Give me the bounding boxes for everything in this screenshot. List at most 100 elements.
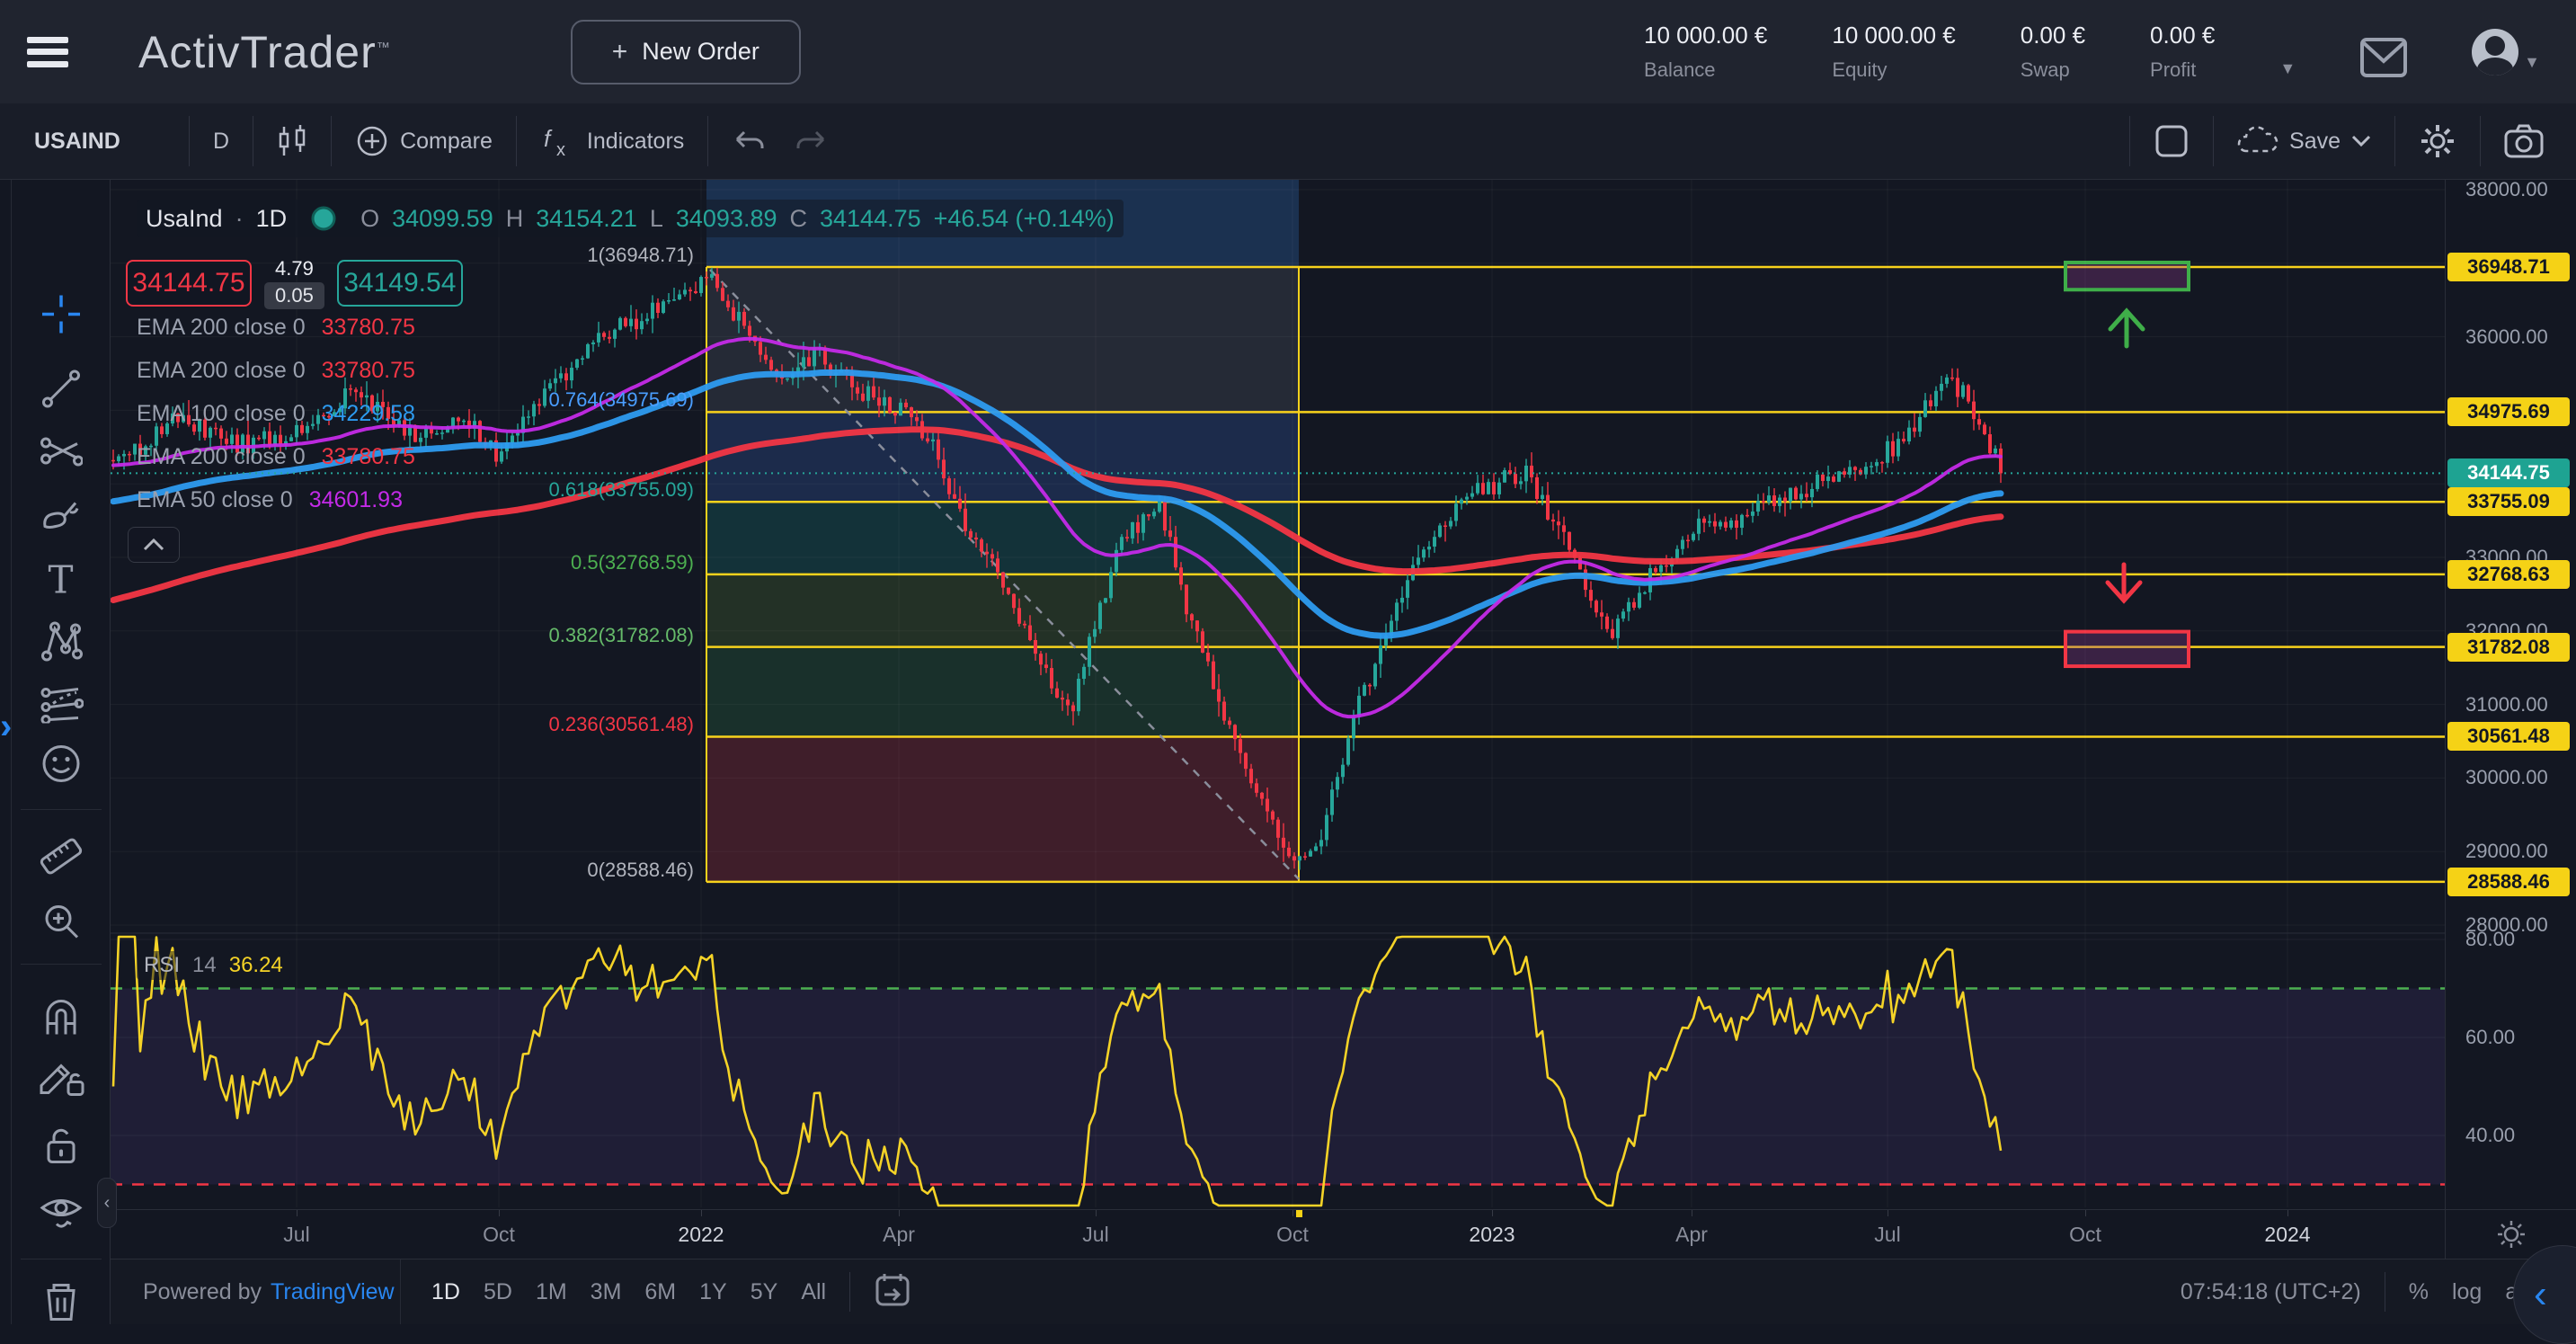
- fib-anchor-tick: [1296, 1210, 1302, 1217]
- symbol-button[interactable]: USAIND: [0, 103, 189, 179]
- time-label[interactable]: Jul: [1874, 1223, 1900, 1247]
- percent-scale-button[interactable]: %: [2409, 1279, 2429, 1305]
- price-axis[interactable]: 38000.0036000.0033000.0032000.0031000.00…: [2445, 180, 2576, 1209]
- user-chevron-down-icon: ▼: [2524, 53, 2540, 72]
- range-switcher: 1D 5D 1M 3M 6M 1Y 5Y All: [431, 1279, 826, 1305]
- buy-button[interactable]: 34149.54: [337, 260, 463, 307]
- gear-icon: [2419, 122, 2456, 160]
- collapse-legend-button[interactable]: [128, 527, 180, 563]
- compare-button[interactable]: Compare: [332, 103, 516, 179]
- market-status-icon[interactable]: [308, 203, 339, 234]
- equity-metric: 10 000.00 € Equity: [1832, 22, 1955, 82]
- sell-button[interactable]: 34144.75: [126, 260, 252, 307]
- expand-watchlist-chevron-icon[interactable]: ›: [0, 703, 23, 750]
- time-label[interactable]: 2024: [2264, 1223, 2310, 1247]
- indicators-button[interactable]: fx Indicators: [517, 103, 707, 179]
- time-label[interactable]: Apr: [883, 1223, 915, 1247]
- lock-drawings-tool[interactable]: [41, 1125, 81, 1170]
- clock: 07:54:18 (UTC+2): [2181, 1279, 2361, 1305]
- range-1y[interactable]: 1Y: [699, 1279, 727, 1305]
- time-label[interactable]: Oct: [483, 1223, 515, 1247]
- mail-icon[interactable]: [2360, 38, 2407, 82]
- account-chevron-down-icon[interactable]: ▼: [2279, 59, 2296, 78]
- time-tick: [701, 1210, 702, 1216]
- time-label[interactable]: Jul: [283, 1223, 309, 1247]
- time-label[interactable]: Oct: [2069, 1223, 2101, 1247]
- tradingview-link[interactable]: TradingView: [271, 1279, 395, 1305]
- price-chart[interactable]: UsaInd · 1D O34099.59 H34154.21 L34093.8…: [111, 180, 2445, 1209]
- crosshair-tool[interactable]: [40, 294, 82, 340]
- indicator-row[interactable]: EMA 200 close 033780.75: [137, 435, 415, 478]
- trend-line-tool[interactable]: [40, 369, 82, 414]
- fib-price-badge: 30561.48: [2447, 722, 2570, 751]
- undo-button[interactable]: [708, 103, 789, 179]
- svg-text:f: f: [544, 125, 553, 152]
- time-tick: [2085, 1210, 2086, 1216]
- fib-retracement-tool[interactable]: [40, 432, 83, 477]
- time-tick: [1492, 1210, 1493, 1216]
- time-label[interactable]: Oct: [1276, 1223, 1309, 1247]
- chart-settings-button[interactable]: [2395, 103, 2480, 179]
- forecast-tool[interactable]: [39, 684, 84, 728]
- range-1d[interactable]: 1D: [431, 1279, 460, 1305]
- indicator-row[interactable]: EMA 50 close 034601.93: [137, 478, 415, 521]
- spread-display: 4.79 0.05: [264, 257, 324, 309]
- indicator-row[interactable]: EMA 200 close 033780.75: [137, 349, 415, 392]
- remove-drawings-tool[interactable]: [41, 1280, 81, 1328]
- snapshot-button[interactable]: [2481, 103, 2576, 179]
- avatar: [2472, 29, 2518, 76]
- save-button[interactable]: Save: [2214, 103, 2394, 179]
- collapse-toolbar-chevron-icon[interactable]: ‹: [97, 1178, 117, 1228]
- rsi-tick: 80.00: [2465, 928, 2515, 951]
- menu-icon[interactable]: [27, 37, 68, 67]
- time-label[interactable]: Jul: [1082, 1223, 1108, 1247]
- close-value: 34144.75: [820, 205, 921, 233]
- new-order-button[interactable]: + New Order: [571, 20, 801, 85]
- camera-icon: [2504, 124, 2544, 158]
- undo-icon: [732, 127, 766, 156]
- magnet-tool[interactable]: [40, 999, 82, 1043]
- indicator-legend: EMA 200 close 033780.75 EMA 200 close 03…: [137, 306, 415, 521]
- chart-canvas[interactable]: [111, 180, 2445, 1209]
- time-label[interactable]: Apr: [1675, 1223, 1708, 1247]
- measure-tool[interactable]: [39, 836, 84, 882]
- equity-label: Equity: [1832, 58, 1955, 82]
- time-tick: [1096, 1210, 1097, 1216]
- drawing-mode-tool[interactable]: [38, 1059, 84, 1105]
- legend-symbol[interactable]: UsaInd: [146, 205, 223, 233]
- time-label[interactable]: 2022: [678, 1223, 724, 1247]
- powered-by: Powered by TradingView: [111, 1279, 400, 1305]
- rsi-legend[interactable]: RSI 14 36.24: [137, 951, 290, 980]
- profit-metric: 0.00 € Profit: [2150, 22, 2215, 82]
- user-menu[interactable]: ▼: [2472, 29, 2540, 76]
- sun-icon[interactable]: [2496, 1219, 2527, 1250]
- layout-button[interactable]: [2130, 103, 2213, 179]
- swap-label: Swap: [2021, 58, 2085, 82]
- range-1m[interactable]: 1M: [536, 1279, 567, 1305]
- log-scale-button[interactable]: log: [2452, 1279, 2482, 1305]
- go-to-date-button[interactable]: [874, 1271, 911, 1313]
- text-tool[interactable]: T: [48, 558, 73, 602]
- fib-level-label: 0.382(31782.08): [549, 624, 694, 647]
- indicator-row[interactable]: EMA 200 close 033780.75: [137, 306, 415, 349]
- fib-price-badge: 32768.63: [2447, 560, 2570, 589]
- range-5y[interactable]: 5Y: [751, 1279, 778, 1305]
- range-3m[interactable]: 3M: [591, 1279, 622, 1305]
- emoji-tool[interactable]: [40, 743, 82, 795]
- xabcd-pattern-tool[interactable]: [39, 620, 84, 666]
- chart-toolbar: USAIND D Compare fx Indicators Save: [0, 103, 2576, 180]
- zoom-in-tool[interactable]: [40, 901, 82, 947]
- brush-tool[interactable]: [40, 496, 83, 538]
- range-all[interactable]: All: [801, 1279, 826, 1305]
- redo-button[interactable]: [789, 103, 852, 179]
- balance-metric: 10 000.00 € Balance: [1644, 22, 1767, 82]
- indicator-row[interactable]: EMA 100 close 034229.58: [137, 392, 415, 435]
- range-5d[interactable]: 5D: [484, 1279, 512, 1305]
- hide-drawings-tool[interactable]: [39, 1192, 84, 1238]
- time-label[interactable]: 2023: [1469, 1223, 1515, 1247]
- chart-style-button[interactable]: [253, 103, 331, 179]
- interval-button[interactable]: D: [190, 103, 253, 179]
- fib-level-label: 0.618(33755.09): [549, 478, 694, 502]
- time-axis[interactable]: Jul Oct 2022 Apr Jul Oct 2023 Apr Jul Oct 2024: [111, 1209, 2445, 1259]
- range-6m[interactable]: 6M: [644, 1279, 676, 1305]
